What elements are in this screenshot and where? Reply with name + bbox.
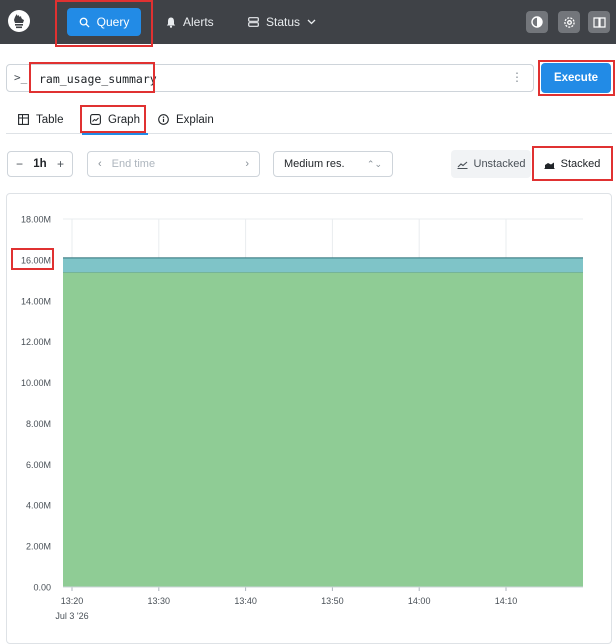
- end-time-next-icon[interactable]: ›: [245, 158, 249, 170]
- book-icon: [592, 16, 606, 28]
- y-tick-label: 10.00M: [21, 378, 51, 388]
- stacked-button[interactable]: Stacked: [533, 150, 611, 178]
- range-increase-button[interactable]: +: [57, 157, 64, 171]
- documentation-button[interactable]: [588, 11, 610, 33]
- x-tick-label: 13:20: [61, 596, 84, 606]
- x-tick-sublabel: Jul 3 '26: [55, 611, 88, 621]
- nav-query-button[interactable]: Query: [67, 8, 141, 36]
- end-time-input[interactable]: ‹ End time ›: [87, 151, 260, 177]
- result-tabs: Table Graph Explain: [6, 106, 612, 135]
- range-value[interactable]: 1h: [33, 158, 46, 170]
- nav-status-label: Status: [266, 15, 301, 29]
- bell-icon: [166, 17, 176, 28]
- kebab-menu-icon[interactable]: ⋮: [511, 70, 523, 84]
- nav-status-dropdown[interactable]: Status: [248, 8, 316, 36]
- info-icon: [158, 114, 169, 125]
- tab-graph-label: Graph: [108, 113, 140, 126]
- y-tick-label: 14.00M: [21, 296, 51, 306]
- nav-query-label: Query: [96, 15, 130, 29]
- x-tick-label: 14:00: [408, 596, 431, 606]
- query-expression-input[interactable]: >_ ram_usage_summary ⋮: [6, 64, 534, 92]
- series-area-1: [63, 257, 583, 273]
- settings-button[interactable]: [558, 11, 580, 33]
- nav-alerts-link[interactable]: Alerts: [166, 8, 214, 36]
- y-tick-label: 0.00: [33, 583, 51, 593]
- y-tick-label: 8.00M: [26, 419, 51, 429]
- query-expression-text[interactable]: ram_usage_summary: [39, 72, 157, 86]
- stacked-area-chart[interactable]: 0.00 2.00M 4.00M 6.00M 8.00M 10.00M 12.00M 14.0…: [7, 194, 611, 643]
- stacked-chart-icon: [544, 162, 555, 169]
- search-icon: [79, 17, 90, 28]
- prompt-icon: >_: [14, 71, 28, 84]
- y-tick-label: 16.00M: [21, 255, 51, 265]
- server-icon: [248, 17, 259, 27]
- theme-toggle-button[interactable]: [526, 11, 548, 33]
- tab-table[interactable]: Table: [18, 106, 64, 133]
- range-decrease-button[interactable]: −: [16, 157, 23, 171]
- unstacked-chart-icon: [457, 161, 467, 169]
- y-tick-label: 4.00M: [26, 501, 51, 511]
- gear-icon: [563, 16, 575, 28]
- x-tick-label: 13:40: [234, 596, 257, 606]
- y-tick-label: 2.00M: [26, 542, 51, 552]
- tab-explain[interactable]: Explain: [158, 106, 214, 133]
- nav-alerts-label: Alerts: [183, 15, 214, 29]
- x-tick-label: 14:10: [495, 596, 518, 606]
- resolution-select[interactable]: Medium res. ⌃⌄: [273, 151, 393, 177]
- y-tick-label: 12.00M: [21, 337, 51, 347]
- stacked-label: Stacked: [560, 158, 601, 170]
- prometheus-logo-icon[interactable]: [8, 10, 30, 32]
- tab-graph[interactable]: Graph: [82, 106, 148, 135]
- chevron-down-icon: [307, 19, 316, 25]
- x-tick-label: 13:50: [321, 596, 344, 606]
- tab-explain-label: Explain: [176, 113, 214, 126]
- y-tick-label: 18.00M: [21, 215, 51, 225]
- theme-toggle-icon: [531, 16, 543, 28]
- unstacked-button[interactable]: Unstacked: [451, 150, 531, 178]
- end-time-prev-icon[interactable]: ‹: [98, 158, 102, 170]
- unstacked-label: Unstacked: [473, 158, 526, 170]
- series-area-0: [63, 272, 583, 587]
- top-navbar: Query Alerts Status: [0, 0, 616, 44]
- tab-table-label: Table: [36, 113, 64, 126]
- y-tick-label: 6.00M: [26, 460, 51, 470]
- end-time-placeholder: End time: [111, 158, 156, 170]
- resolution-value: Medium res.: [284, 158, 345, 170]
- table-icon: [18, 114, 29, 125]
- graph-panel: 0.00 2.00M 4.00M 6.00M 8.00M 10.00M 12.00M 14.0…: [6, 193, 612, 644]
- graph-icon: [90, 114, 101, 125]
- execute-button[interactable]: Execute: [541, 63, 611, 93]
- x-tick-label: 13:30: [148, 596, 171, 606]
- select-caret-icon: ⌃⌄: [366, 158, 382, 169]
- range-stepper: − 1h +: [7, 151, 73, 177]
